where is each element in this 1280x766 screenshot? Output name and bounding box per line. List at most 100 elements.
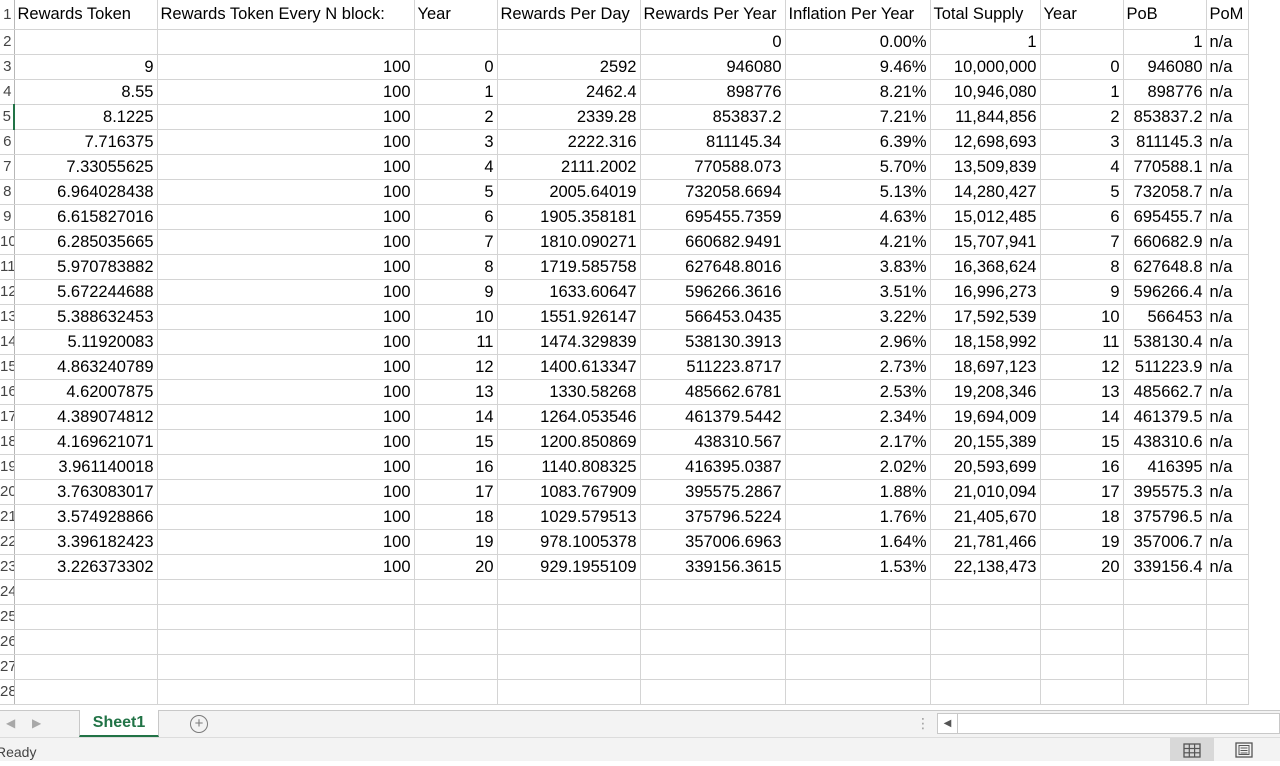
empty-cell[interactable]	[1040, 654, 1124, 680]
cell-year[interactable]	[414, 29, 498, 55]
cell-total-supply[interactable]: 16,368,624	[930, 254, 1041, 280]
cell-pom[interactable]: n/a	[1206, 479, 1249, 505]
cell-pom[interactable]: n/a	[1206, 29, 1249, 55]
cell-rewards-per-day[interactable]: 1264.053546	[497, 404, 641, 430]
cell-year-2[interactable]: 4	[1040, 154, 1124, 180]
row-number[interactable]: 15	[0, 354, 15, 380]
row-number[interactable]: 8	[0, 179, 15, 205]
empty-cell[interactable]	[640, 654, 786, 680]
empty-cell[interactable]	[1206, 604, 1249, 630]
cell-rewards-token[interactable]: 4.62007875	[14, 379, 158, 405]
cell-rewards-per-day[interactable]: 1400.613347	[497, 354, 641, 380]
empty-cell[interactable]	[414, 654, 498, 680]
cell-rewards-token[interactable]: 7.716375	[14, 129, 158, 155]
cell-pom[interactable]: n/a	[1206, 379, 1249, 405]
header-cell-pom[interactable]: PoM	[1206, 0, 1249, 30]
cell-rewards-per-year[interactable]: 438310.567	[640, 429, 786, 455]
empty-cell[interactable]	[930, 579, 1041, 605]
empty-cell[interactable]	[1123, 679, 1207, 705]
cell-rewards-every-n-block[interactable]: 100	[157, 229, 415, 255]
empty-cell[interactable]	[14, 629, 158, 655]
empty-cell[interactable]	[930, 604, 1041, 630]
row-number[interactable]: 27	[0, 654, 15, 680]
cell-inflation-per-year[interactable]: 1.53%	[785, 554, 931, 580]
cell-year-2[interactable]: 14	[1040, 404, 1124, 430]
cell-rewards-per-day[interactable]: 1029.579513	[497, 504, 641, 530]
cell-rewards-per-year[interactable]: 395575.2867	[640, 479, 786, 505]
cell-year[interactable]: 0	[414, 54, 498, 80]
cell-year[interactable]: 2	[414, 104, 498, 130]
cell-year-2[interactable]: 12	[1040, 354, 1124, 380]
cell-total-supply[interactable]: 15,012,485	[930, 204, 1041, 230]
row-number[interactable]: 3	[0, 54, 15, 80]
cell-total-supply[interactable]: 19,208,346	[930, 379, 1041, 405]
cell-pom[interactable]: n/a	[1206, 79, 1249, 105]
row-number[interactable]: 9	[0, 204, 15, 230]
cell-inflation-per-year[interactable]: 2.02%	[785, 454, 931, 480]
cell-rewards-per-day[interactable]: 1083.767909	[497, 479, 641, 505]
header-cell-total-supply[interactable]: Total Supply	[930, 0, 1041, 30]
cell-year-2[interactable]: 1	[1040, 79, 1124, 105]
empty-cell[interactable]	[157, 604, 415, 630]
cell-pob[interactable]: 627648.8	[1123, 254, 1207, 280]
cell-rewards-token[interactable]: 3.226373302	[14, 554, 158, 580]
cell-rewards-per-day[interactable]: 1474.329839	[497, 329, 641, 355]
row-number[interactable]: 20	[0, 479, 15, 505]
cell-rewards-token[interactable]: 3.574928866	[14, 504, 158, 530]
cell-rewards-token[interactable]: 4.169621071	[14, 429, 158, 455]
cell-rewards-per-day[interactable]: 1633.60647	[497, 279, 641, 305]
cell-total-supply[interactable]: 15,707,941	[930, 229, 1041, 255]
cell-rewards-per-day[interactable]: 2339.28	[497, 104, 641, 130]
cell-pob[interactable]: 357006.7	[1123, 529, 1207, 555]
cell-rewards-per-day[interactable]: 1719.585758	[497, 254, 641, 280]
empty-cell[interactable]	[14, 654, 158, 680]
cell-pob[interactable]: 461379.5	[1123, 404, 1207, 430]
empty-cell[interactable]	[14, 579, 158, 605]
row-number[interactable]: 14	[0, 329, 15, 355]
cell-rewards-per-year[interactable]: 695455.7359	[640, 204, 786, 230]
cell-pob[interactable]: 811145.3	[1123, 129, 1207, 155]
cell-total-supply[interactable]: 20,593,699	[930, 454, 1041, 480]
cell-pob[interactable]: 375796.5	[1123, 504, 1207, 530]
cell-total-supply[interactable]: 13,509,839	[930, 154, 1041, 180]
cell-year-2[interactable]: 20	[1040, 554, 1124, 580]
cell-pob[interactable]: 695455.7	[1123, 204, 1207, 230]
row-number[interactable]: 16	[0, 379, 15, 405]
cell-rewards-every-n-block[interactable]: 100	[157, 454, 415, 480]
cell-year[interactable]: 6	[414, 204, 498, 230]
empty-cell[interactable]	[497, 679, 641, 705]
cell-rewards-token[interactable]: 7.33055625	[14, 154, 158, 180]
cell-rewards-token[interactable]: 5.970783882	[14, 254, 158, 280]
empty-cell[interactable]	[157, 679, 415, 705]
cell-total-supply[interactable]: 10,946,080	[930, 79, 1041, 105]
cell-rewards-per-day[interactable]: 2462.4	[497, 79, 641, 105]
cell-rewards-per-year[interactable]: 946080	[640, 54, 786, 80]
empty-cell[interactable]	[1123, 579, 1207, 605]
cell-pom[interactable]: n/a	[1206, 54, 1249, 80]
cell-inflation-per-year[interactable]: 5.13%	[785, 179, 931, 205]
empty-cell[interactable]	[1040, 629, 1124, 655]
cell-pob[interactable]: 438310.6	[1123, 429, 1207, 455]
row-number[interactable]: 1	[0, 0, 15, 30]
cell-year[interactable]: 8	[414, 254, 498, 280]
cell-inflation-per-year[interactable]: 3.51%	[785, 279, 931, 305]
cell-year-2[interactable]: 13	[1040, 379, 1124, 405]
cell-rewards-every-n-block[interactable]: 100	[157, 479, 415, 505]
row-number[interactable]: 28	[0, 679, 15, 705]
worksheet-grid[interactable]: 1 Rewards Token Rewards Token Every N bloc…	[0, 0, 1280, 710]
cell-rewards-per-day[interactable]: 2222.316	[497, 129, 641, 155]
cell-pom[interactable]: n/a	[1206, 354, 1249, 380]
empty-cell[interactable]	[497, 654, 641, 680]
row-number[interactable]: 24	[0, 579, 15, 605]
empty-cell[interactable]	[1040, 604, 1124, 630]
cell-year-2[interactable]: 5	[1040, 179, 1124, 205]
cell-total-supply[interactable]: 11,844,856	[930, 104, 1041, 130]
cell-year-2[interactable]: 17	[1040, 479, 1124, 505]
cell-inflation-per-year[interactable]: 7.21%	[785, 104, 931, 130]
row-number[interactable]: 22	[0, 529, 15, 555]
cell-rewards-per-year[interactable]: 853837.2	[640, 104, 786, 130]
scroll-left-icon[interactable]: ◀	[938, 714, 958, 733]
cell-rewards-per-year[interactable]: 511223.8717	[640, 354, 786, 380]
empty-cell[interactable]	[1206, 679, 1249, 705]
cell-year-2[interactable]: 7	[1040, 229, 1124, 255]
